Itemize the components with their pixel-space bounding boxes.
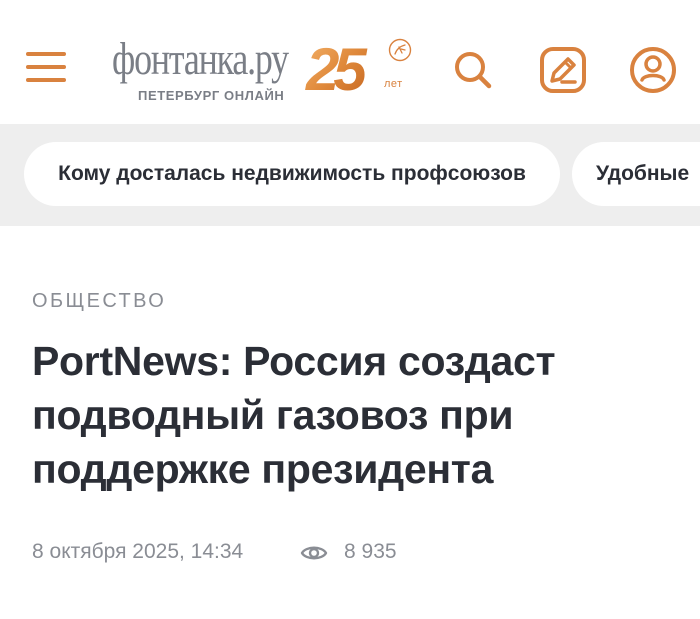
publish-date: 8 октября 2025, 14:34 [32,540,244,563]
profile-icon[interactable] [628,45,678,95]
menu-bar [26,65,66,69]
search-icon[interactable] [448,45,498,95]
logo-subtitle: ПЕТЕРБУРГ ОНЛАЙН [138,88,285,103]
tag-chip[interactable]: Кому досталась недвижимость профсоюзов [24,142,560,206]
edit-icon[interactable] [538,45,588,95]
menu-bar [26,52,66,56]
menu-bar [26,78,66,82]
anniversary-suffix: лет [384,78,403,90]
menu-icon[interactable] [26,52,66,84]
logo-wordmark: фонтанка.ру [112,33,289,84]
article-rubric[interactable]: ОБЩЕСТВО [32,290,166,313]
article-title: PortNews: Россия создаст подводный газов… [32,338,556,492]
anniversary-number: 25 [305,36,368,98]
site-header: фонтанка.ру ПЕТЕРБУРГ ОНЛАЙН 25 лет [0,0,700,124]
emblem-icon [388,38,412,62]
tag-chip[interactable]: Удобные [572,142,700,206]
tags-scroller: Кому досталась недвижимость профсоюзов У… [0,124,700,226]
site-logo[interactable]: фонтанка.ру ПЕТЕРБУРГ ОНЛАЙН 25 лет [112,36,416,106]
view-count: 8 935 [344,540,397,563]
anniversary-25-logo: 25 [305,36,374,98]
eye-icon [300,546,328,560]
